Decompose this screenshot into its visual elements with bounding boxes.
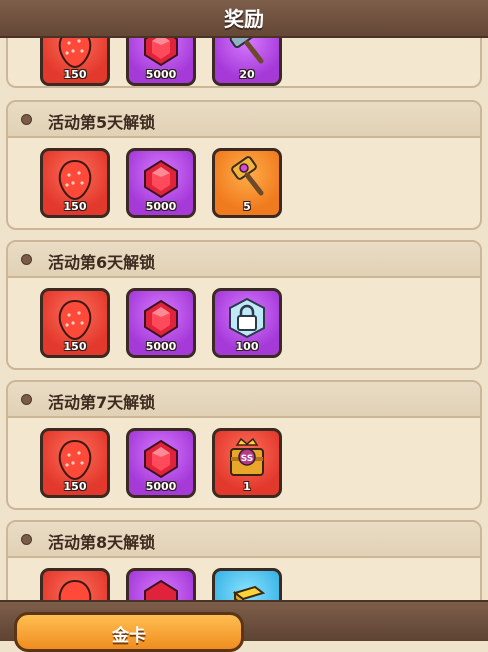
reward-section-day8: 活动第8天解锁 (6, 520, 482, 602)
item-count: 150 (63, 340, 87, 353)
reward-item[interactable]: 150 (40, 36, 110, 86)
item-count: 1 (243, 480, 251, 493)
reward-item[interactable] (40, 568, 110, 602)
item-count: 150 (63, 68, 87, 81)
reward-item[interactable]: SS 1 (212, 428, 282, 498)
reward-item[interactable]: 5000 (126, 428, 196, 498)
reward-item[interactable]: 150 (40, 428, 110, 498)
section-title: 活动第8天解锁 (48, 533, 156, 552)
item-count: 5000 (145, 480, 177, 493)
section-header: 活动第6天解锁 (8, 242, 480, 278)
item-count: 5000 (145, 340, 177, 353)
bottom-bar: 金卡 (0, 600, 488, 652)
section-header: 活动第7天解锁 (8, 382, 480, 418)
item-count: 5000 (145, 200, 177, 213)
section-header: 活动第8天解锁 (8, 522, 480, 558)
title-bar: 奖励 (0, 0, 488, 38)
reward-section-day7: 活动第7天解锁 150 5000 SS 1 (6, 380, 482, 510)
section-title: 活动第6天解锁 (48, 253, 156, 272)
item-count: 5 (243, 200, 251, 213)
section-title: 活动第7天解锁 (48, 393, 156, 412)
svg-text:SS: SS (241, 454, 254, 464)
item-count: 150 (63, 480, 87, 493)
item-count: 100 (235, 340, 259, 353)
item-count: 5000 (145, 68, 177, 81)
reward-item[interactable]: 5 (212, 148, 282, 218)
reward-item[interactable]: 20 (212, 36, 282, 86)
reward-item[interactable]: 150 (40, 288, 110, 358)
reward-section-day5: 活动第5天解锁 150 5000 5 (6, 100, 482, 230)
reward-section-partial: 150 5000 20 (6, 36, 482, 88)
reward-item[interactable]: 5000 (126, 36, 196, 86)
bullet-dot-icon (21, 254, 32, 265)
section-header: 活动第5天解锁 (8, 102, 480, 138)
reward-item[interactable]: 150 (40, 148, 110, 218)
reward-item[interactable]: 5000 (126, 288, 196, 358)
gold-card-button[interactable]: 金卡 (14, 612, 244, 652)
reward-list[interactable]: 150 5000 20 活动第5天解锁 150 5000 5 活动第6天解锁 1… (0, 36, 488, 602)
page-title: 奖励 (224, 7, 264, 31)
reward-item[interactable]: 5000 (126, 148, 196, 218)
item-count: 150 (63, 200, 87, 213)
reward-section-day6: 活动第6天解锁 150 5000 100 (6, 240, 482, 370)
reward-item[interactable]: 100 (212, 288, 282, 358)
bullet-dot-icon (21, 534, 32, 545)
gold-card-label: 金卡 (112, 626, 146, 646)
bullet-dot-icon (21, 394, 32, 405)
reward-item[interactable] (126, 568, 196, 602)
item-count: 20 (239, 68, 255, 81)
reward-item[interactable] (212, 568, 282, 602)
bullet-dot-icon (21, 114, 32, 125)
section-title: 活动第5天解锁 (48, 113, 156, 132)
